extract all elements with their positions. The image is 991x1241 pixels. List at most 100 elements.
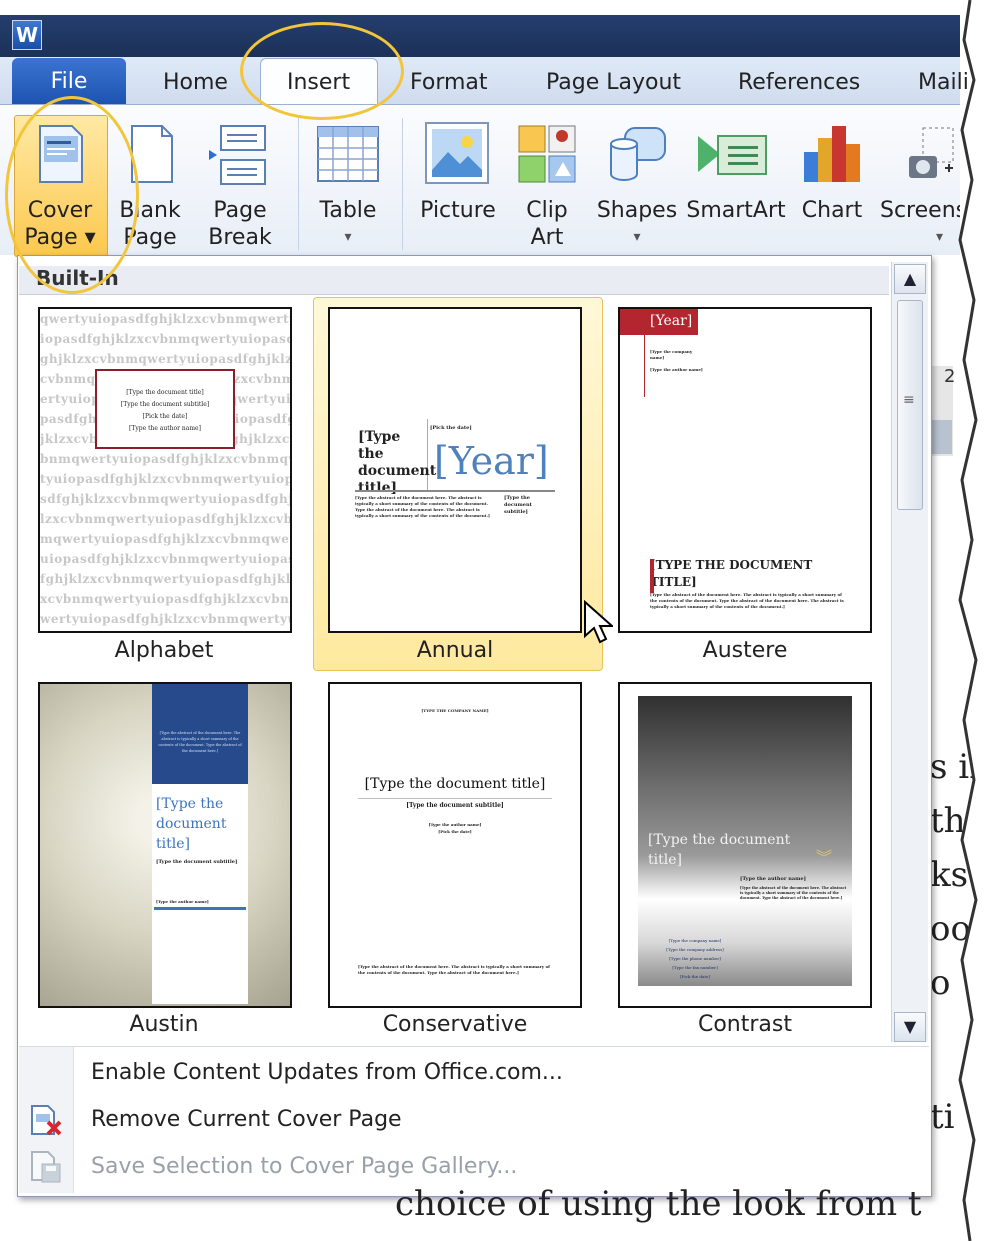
doc-gray-band <box>930 420 952 454</box>
table-label: Table <box>319 198 377 223</box>
conservative-author: [Type the author name] <box>428 822 482 827</box>
label-annual: Annual <box>416 638 494 663</box>
screenshot-icon <box>905 126 955 190</box>
alphabet-title-box: [Type the document title] [Type the docu… <box>95 369 235 449</box>
austere-vertical-rule <box>644 335 645 397</box>
chart-label: Chart <box>801 198 863 223</box>
shapes-button[interactable]: Shapes ▾ <box>594 197 680 251</box>
thumbnail-annual[interactable]: [Pick the date] [Type the document title… <box>328 307 582 633</box>
annual-date: [Pick the date] <box>430 425 472 431</box>
austin-title: [Type the document title] <box>156 796 227 852</box>
label-austin: Austin <box>129 1012 199 1037</box>
menu-item-remove-cover-page[interactable]: Remove Current Cover Page <box>91 1107 402 1132</box>
austere-company: [Type the company name] <box>650 349 693 360</box>
alphabet-pattern-line: mqwertyuiopasdfghjklzxcvbnmqwertyuiopasd <box>40 532 290 546</box>
page-break-icon <box>207 124 269 190</box>
scroll-grip-icon: ≡ <box>903 392 915 408</box>
picture-button[interactable]: Picture <box>410 197 506 224</box>
clip-art-button[interactable]: Clip Art <box>510 197 584 251</box>
contrast-line: [Type the company name] <box>668 938 722 943</box>
remove-cover-page-icon <box>28 1104 64 1142</box>
clip-art-label-1: Clip <box>526 198 568 223</box>
alphabet-pattern-line: bnmqwertyuiopasdfghjklzxcvbnmqwertyuiopa <box>40 452 290 466</box>
tab-page-layout[interactable]: Page Layout <box>546 70 681 95</box>
save-to-gallery-icon <box>28 1150 64 1188</box>
conservative-company: [TYPE THE COMPANY NAME] <box>421 708 489 713</box>
thumbnail-austin[interactable]: [Type the abstract of the document here.… <box>38 682 292 1008</box>
alphabet-pattern-line: ghjklzxcvbnmqwertyuiopasdfghjklzxcvbnmqw <box>40 352 290 366</box>
label-alphabet: Alphabet <box>114 638 214 663</box>
contrast-abstract: [Type the abstract of the document here.… <box>740 886 847 900</box>
contrast-contact-lines: [Type the company name] [Type the compan… <box>650 936 740 981</box>
austere-title: [TYPE THE DOCUMENT TITLE] <box>650 558 813 589</box>
austin-rule <box>154 907 246 910</box>
alphabet-letter-pattern: qwertyuiopasdfghjklzxcvbnmqwertyuiopasdf… <box>40 309 290 631</box>
alphabet-pattern-line: tyuiopasdfghjklzxcvbnmqwertyuiopasdfghjk <box>40 472 290 486</box>
conservative-subtitle: [Type the document subtitle] <box>406 802 504 809</box>
page-break-button[interactable]: Page Break <box>196 197 284 251</box>
alphabet-pattern-line: iopasdfghjklzxcvbnmqwertyuiopasdfghjklzx <box>40 332 290 346</box>
austin-subtitle: [Type the document subtitle] <box>156 859 238 865</box>
contrast-line: [Pick the date] <box>680 974 710 979</box>
ribbon-separator <box>402 118 403 250</box>
menu-item-save-selection-disabled: Save Selection to Cover Page Gallery... <box>91 1154 518 1179</box>
menu-separator <box>19 1046 929 1047</box>
conservative-date: [Pick the date] <box>438 829 472 834</box>
alphabet-pattern-line: lzxcvbnmqwertyuiopasdfghjklzxcvbnmqwerty <box>40 512 290 526</box>
contrast-line: [Type the company address] <box>666 947 724 952</box>
smartart-button[interactable]: SmartArt <box>684 197 788 224</box>
thumbnail-austere[interactable]: [Year] [Type the company name] [Type the… <box>618 307 872 633</box>
alphabet-pattern-line: xcvbnmqwertyuiopasdfghjklzxcvbnmqwertyui <box>40 592 290 606</box>
tab-references[interactable]: References <box>738 70 860 95</box>
annual-title: [Type the document title] <box>358 429 437 496</box>
austere-year: [Year] <box>650 313 693 329</box>
alphabet-pattern-line: uiopasdfghjklzxcvbnmqwertyuiopasdfghjklz <box>40 552 290 566</box>
scroll-up-arrow-icon[interactable]: ▲ <box>894 264 926 294</box>
smartart-icon <box>696 126 770 190</box>
contrast-line: [Type the fax number] <box>672 965 718 970</box>
annual-year: [Year] <box>434 439 549 483</box>
page-break-label-1: Page <box>213 198 267 223</box>
alphabet-title: [Type the document title] <box>126 389 204 396</box>
thumbnail-conservative[interactable]: [TYPE THE COMPANY NAME] [Type the docume… <box>328 682 582 1008</box>
alphabet-pattern-line: qwertyuiopasdfghjklzxcvbnmqwertyuiopasdf <box>40 312 290 326</box>
screenshot-label: Screens <box>880 198 960 223</box>
annual-abstract: [Type the abstract of the document here.… <box>355 495 490 518</box>
alphabet-date: [Pick the date] <box>142 413 188 420</box>
scroll-down-arrow-icon[interactable]: ▼ <box>894 1012 926 1042</box>
screenshot-button[interactable]: Screens ▾ <box>880 197 960 251</box>
contrast-author: [Type the author name] <box>740 876 806 882</box>
picture-icon <box>425 122 489 188</box>
title-bar <box>0 15 960 57</box>
conservative-title: [Type the document title] <box>364 776 546 792</box>
label-conservative: Conservative <box>382 1012 528 1037</box>
clip-art-label-2: Art <box>530 225 564 250</box>
conservative-abstract: [Type the abstract of the document here.… <box>358 964 550 975</box>
alphabet-pattern-line: wertyuiopasdfghjklzxcvbnmqwertyuiopasdfg <box>40 612 290 626</box>
annual-subtitle: [Type the document subtitle] <box>504 495 532 515</box>
tab-home[interactable]: Home <box>163 70 228 95</box>
austin-author: [Type the author name] <box>156 899 209 904</box>
gallery-section-header <box>19 266 889 295</box>
thumbnail-alphabet[interactable]: qwertyuiopasdfghjklzxcvbnmqwertyuiopasdf… <box>38 307 292 633</box>
ribbon-separator <box>298 118 299 250</box>
contrast-title: [Type the document title] <box>648 832 791 868</box>
label-austere: Austere <box>702 638 788 663</box>
conservative-rule <box>358 798 552 799</box>
austin-abstract: [Type the abstract of the document here.… <box>158 731 242 753</box>
austere-accent-bar <box>650 559 654 593</box>
word-logo-icon[interactable]: W <box>12 20 42 50</box>
tab-format[interactable]: Format <box>410 70 488 95</box>
table-button[interactable]: Table ▾ <box>305 197 391 251</box>
alphabet-pattern-line: fghjklzxcvbnmqwertyuiopasdfghjklzxcvbnmq <box>40 572 290 586</box>
shapes-label: Shapes <box>596 198 678 223</box>
shapes-icon <box>605 124 669 188</box>
austere-abstract: [Type the abstract of the document here.… <box>650 592 844 609</box>
chart-button[interactable]: Chart <box>792 197 872 224</box>
shapes-dropdown-arrow: ▾ <box>633 229 641 245</box>
chart-icon <box>800 122 864 190</box>
thumbnail-contrast[interactable]: [Type the document title] ︾ [Type the au… <box>618 682 872 1008</box>
alphabet-subtitle: [Type the document subtitle] <box>120 401 210 408</box>
table-dropdown-arrow: ▾ <box>344 229 352 245</box>
menu-item-enable-content-updates[interactable]: Enable Content Updates from Office.com..… <box>91 1060 563 1085</box>
